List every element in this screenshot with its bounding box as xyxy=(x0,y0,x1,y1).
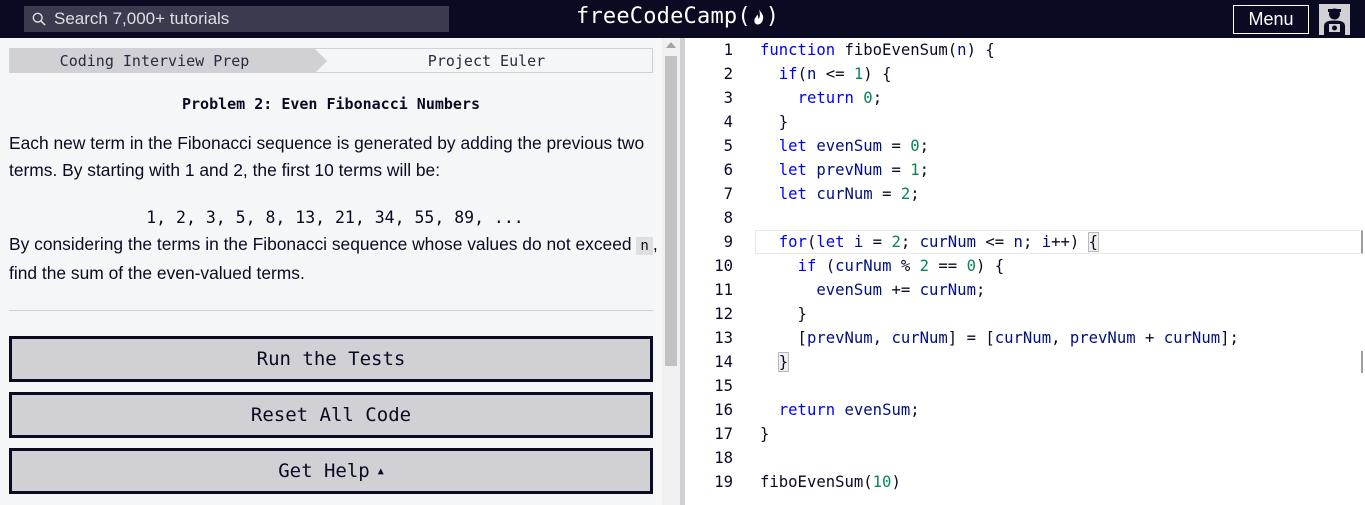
question-text-start: By considering the terms in the Fibonacc… xyxy=(9,234,637,254)
inline-code-n: n xyxy=(636,237,653,255)
reset-code-button[interactable]: Reset All Code xyxy=(9,392,653,438)
menu-button[interactable]: Menu xyxy=(1233,5,1309,34)
run-tests-label: Run the Tests xyxy=(256,348,406,370)
logo-text: freeCodeCamp( xyxy=(576,4,751,29)
challenge-question: By considering the terms in the Fibonacc… xyxy=(9,231,659,287)
user-avatar[interactable] xyxy=(1319,4,1350,35)
line-number: 19 xyxy=(714,473,733,491)
code-line[interactable]: 12 } xyxy=(685,302,1365,326)
line-number: 15 xyxy=(714,377,733,395)
top-navbar: freeCodeCamp( ) Menu xyxy=(0,0,1365,38)
line-content: } xyxy=(760,305,807,323)
line-number: 13 xyxy=(714,329,733,347)
line-content: let curNum = 2; xyxy=(778,185,920,203)
scroll-up-icon[interactable] xyxy=(666,42,676,48)
code-line[interactable]: 11 evenSum += curNum; xyxy=(685,278,1365,302)
line-number: 16 xyxy=(714,401,733,419)
line-number: 3 xyxy=(723,89,733,107)
line-number: 7 xyxy=(723,185,733,203)
line-number: 9 xyxy=(723,233,733,251)
code-line[interactable]: 2 if(n <= 1) { xyxy=(685,62,1365,86)
line-number: 14 xyxy=(714,353,733,371)
code-line[interactable]: 19 fiboEvenSum(10) xyxy=(685,470,1365,494)
search-icon xyxy=(32,12,46,26)
code-line[interactable]: 18 xyxy=(685,446,1365,470)
code-line[interactable]: 15 xyxy=(685,374,1365,398)
code-line[interactable]: 1 function fiboEvenSum(n) { xyxy=(685,38,1365,62)
code-line[interactable]: 10 if (curNum % 2 == 0) { xyxy=(685,254,1365,278)
line-content: if(n <= 1) { xyxy=(778,65,892,83)
overview-ruler-mark xyxy=(1361,351,1363,373)
challenge-title: Problem 2: Even Fibonacci Numbers xyxy=(181,95,480,113)
line-number: 10 xyxy=(714,257,733,275)
code-line[interactable]: 13 [prevNum, curNum] = [curNum, prevNum … xyxy=(685,326,1365,350)
line-content: function fiboEvenSum(n) { xyxy=(760,41,995,59)
line-content: let prevNum = 1; xyxy=(778,161,930,179)
code-line[interactable]: 7 let curNum = 2; xyxy=(685,182,1365,206)
line-content: [prevNum, curNum] = [curNum, prevNum + c… xyxy=(760,329,1239,347)
line-content: } xyxy=(777,352,790,372)
instructions-scrollbar[interactable] xyxy=(662,38,680,505)
divider xyxy=(9,310,653,311)
run-tests-button[interactable]: Run the Tests xyxy=(9,336,653,382)
logo-text-end: ) xyxy=(765,4,780,29)
code-line[interactable]: 17 } xyxy=(685,422,1365,446)
line-number: 12 xyxy=(714,305,733,323)
line-content: return evenSum; xyxy=(778,401,920,419)
search-input[interactable] xyxy=(54,9,444,29)
instructions-panel: Coding Interview Prep Project Euler Prob… xyxy=(0,38,662,505)
breadcrumb: Coding Interview Prep Project Euler xyxy=(9,48,653,73)
code-line[interactable]: 5 let evenSum = 0; xyxy=(685,134,1365,158)
line-number: 4 xyxy=(723,113,733,131)
caret-up-icon: ▲ xyxy=(377,465,384,477)
code-line[interactable]: 6 let prevNum = 1; xyxy=(685,158,1365,182)
challenge-description: Each new term in the Fibonacci sequence … xyxy=(9,133,645,180)
line-content: let evenSum = 0; xyxy=(778,137,930,155)
line-number: 1 xyxy=(723,41,733,59)
search-box[interactable] xyxy=(24,6,449,32)
line-number: 2 xyxy=(723,65,733,83)
line-content: if (curNum % 2 == 0) { xyxy=(797,257,1005,275)
line-content: for(let i = 2; curNum <= n; i++) { xyxy=(778,232,1100,252)
line-number: 6 xyxy=(723,161,733,179)
code-line[interactable]: 14 } xyxy=(685,350,1365,374)
freecodecamp-logo[interactable]: freeCodeCamp( ) xyxy=(576,4,779,29)
code-line[interactable]: 8 xyxy=(685,206,1365,230)
line-number: 8 xyxy=(723,209,733,227)
fibonacci-sequence: 1, 2, 3, 5, 8, 13, 21, 34, 55, 89, ... xyxy=(146,208,524,227)
line-number: 11 xyxy=(714,281,733,299)
line-content: } xyxy=(760,113,789,131)
line-content: return 0; xyxy=(797,89,883,107)
code-line[interactable]: 3 return 0; xyxy=(685,86,1365,110)
line-content: evenSum += curNum; xyxy=(816,281,986,299)
code-line[interactable]: 4 } xyxy=(685,110,1365,134)
line-number: 18 xyxy=(714,449,733,467)
line-content: } xyxy=(760,425,770,443)
breadcrumb-project-euler[interactable]: Project Euler xyxy=(315,49,652,72)
scroll-thumb[interactable] xyxy=(665,56,677,366)
get-help-label: Get Help xyxy=(278,460,370,482)
line-content: fiboEvenSum(10) xyxy=(760,473,901,491)
code-editor[interactable]: 1 function fiboEvenSum(n) { 2 if(n <= 1)… xyxy=(685,38,1365,505)
avatar-icon xyxy=(1319,4,1350,35)
flame-icon xyxy=(752,8,766,26)
breadcrumb-coding-interview-prep[interactable]: Coding Interview Prep xyxy=(10,49,327,73)
line-number: 17 xyxy=(714,425,733,443)
reset-code-label: Reset All Code xyxy=(250,404,412,426)
line-number: 5 xyxy=(723,137,733,155)
code-line[interactable]: 16 return evenSum; xyxy=(685,398,1365,422)
get-help-button[interactable]: Get Help ▲ xyxy=(9,448,653,494)
code-line-active[interactable]: 9 for(let i = 2; curNum <= n; i++) { xyxy=(685,230,1365,254)
